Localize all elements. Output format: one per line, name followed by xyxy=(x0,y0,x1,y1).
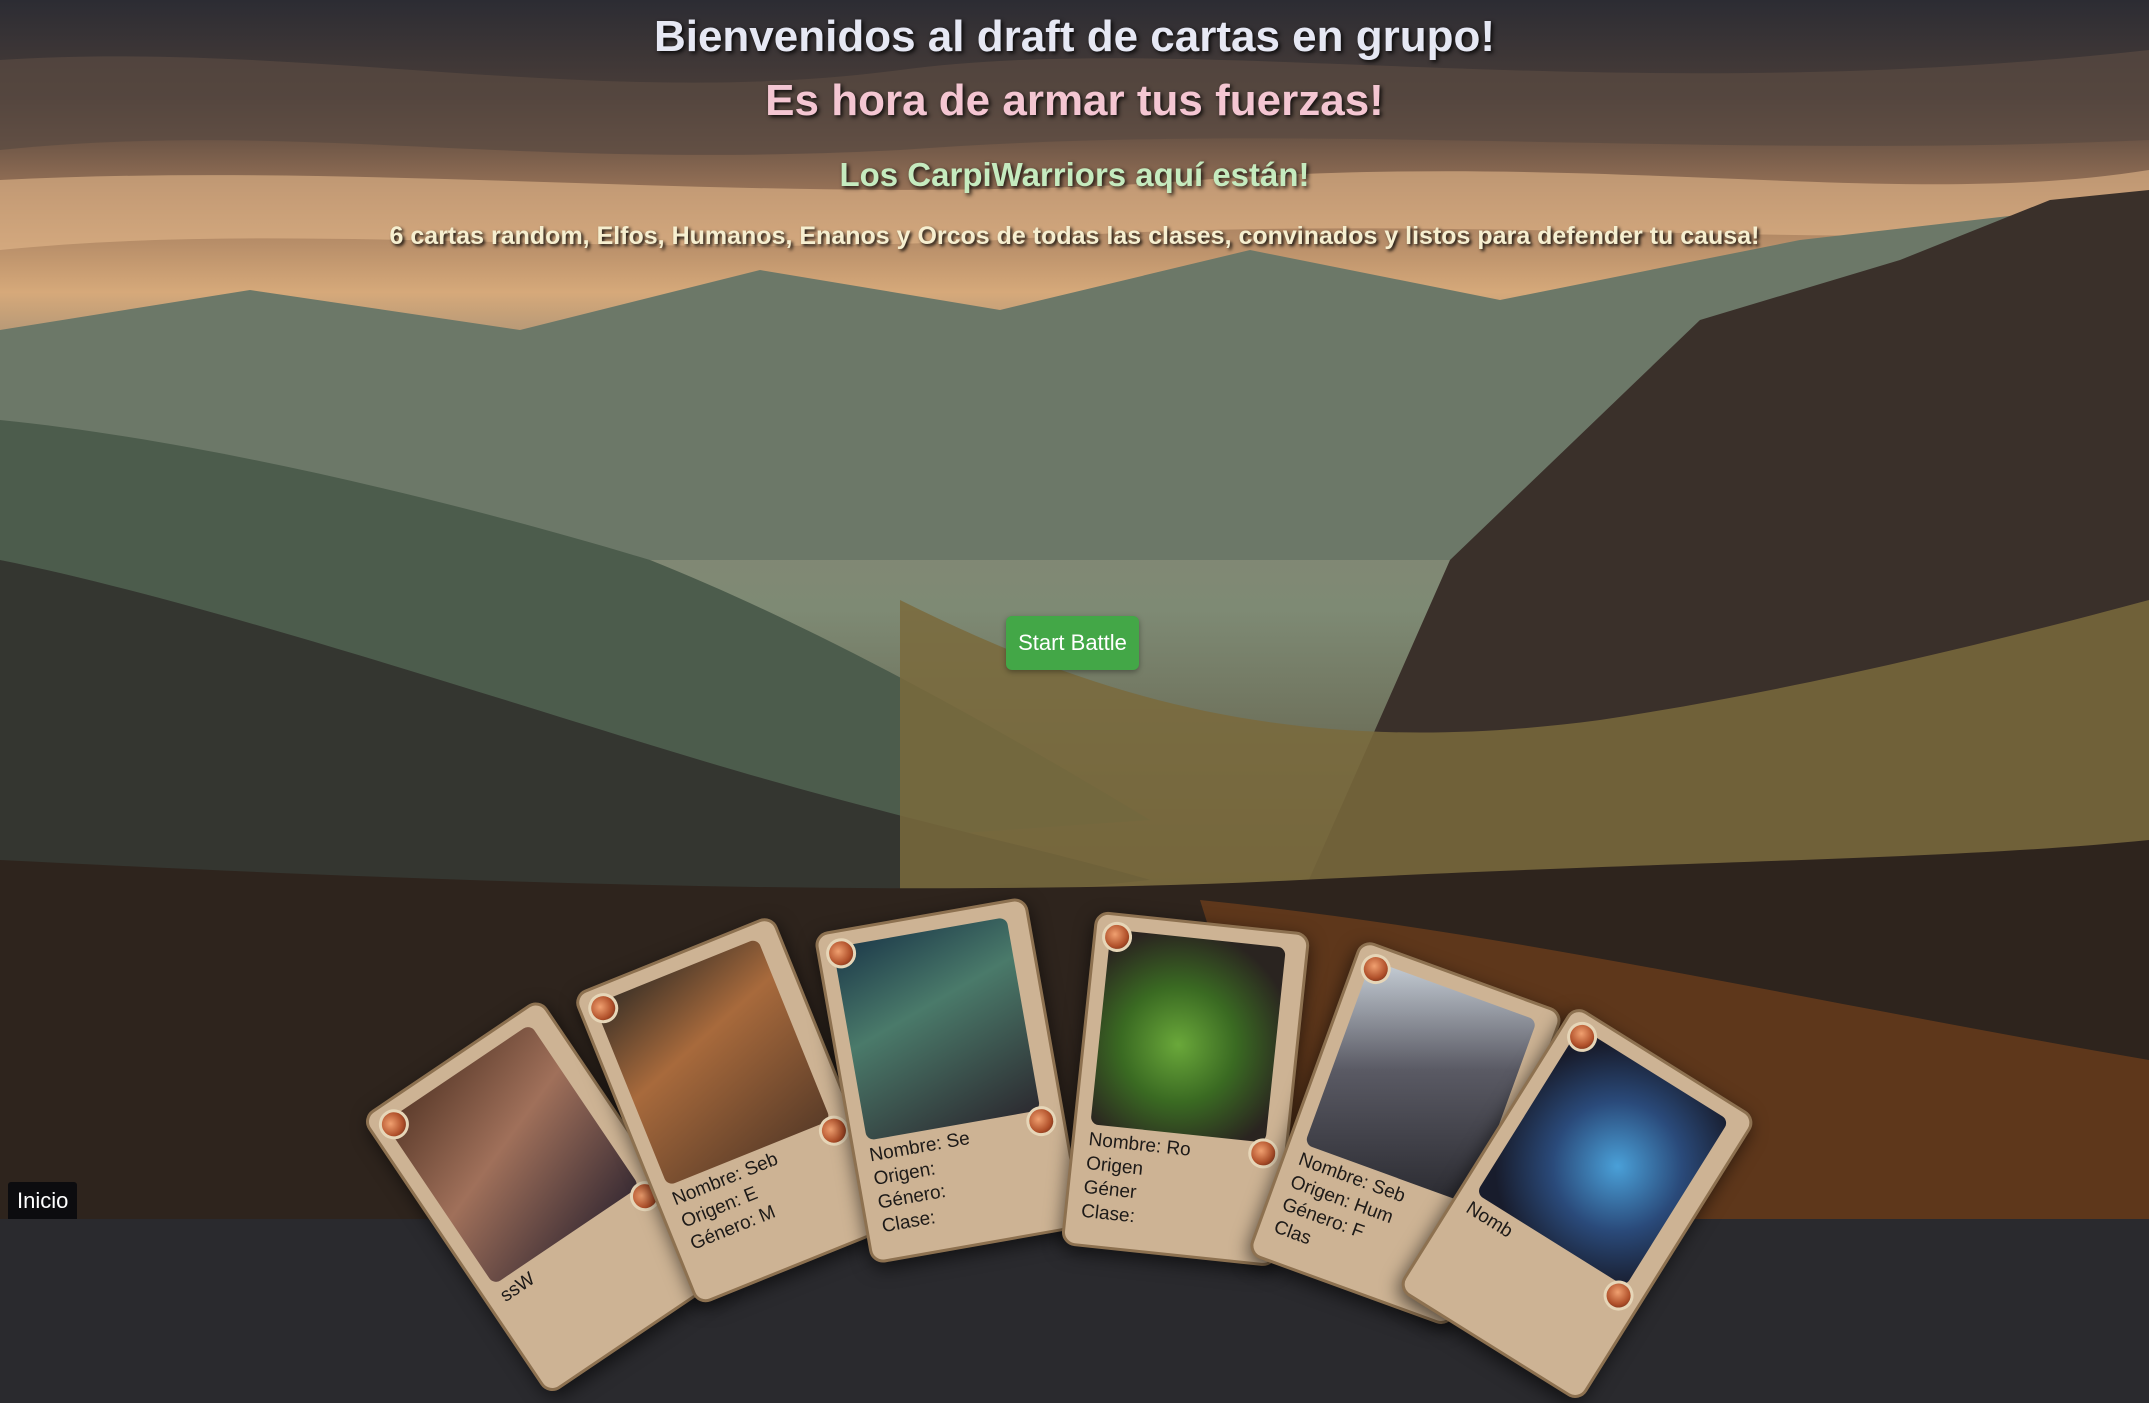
description: 6 cartas random, Elfos, Humanos, Enanos … xyxy=(389,222,1760,250)
orc-warrior-portrait xyxy=(832,917,1041,1141)
card-info: Nombre: Ro Origen Géner Clase: xyxy=(1080,1128,1265,1242)
page-title: Bienvenidos al draft de cartas en grupo! xyxy=(653,12,1496,61)
start-battle-button[interactable]: Start Battle xyxy=(1006,616,1139,670)
orc-portrait xyxy=(1090,929,1286,1143)
inicio-link[interactable]: Inicio xyxy=(8,1182,78,1219)
tagline: Los CarpiWarriors aquí están! xyxy=(839,156,1310,193)
page-subtitle: Es hora de armar tus fuerzas! xyxy=(765,76,1384,125)
